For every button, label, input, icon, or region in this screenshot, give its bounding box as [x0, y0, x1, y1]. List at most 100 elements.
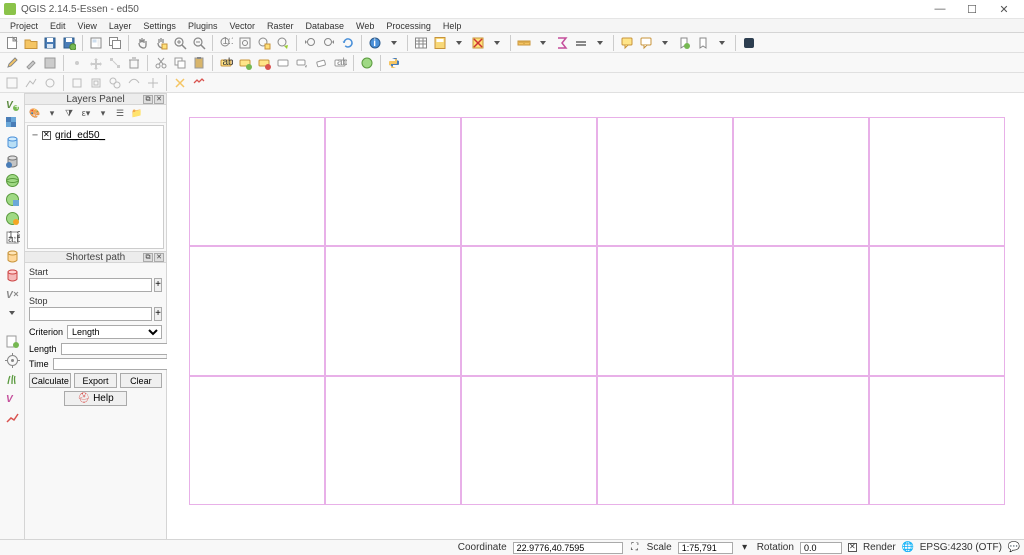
panel-close-icon[interactable]: ✕	[154, 95, 164, 104]
layer-filter-icon[interactable]: ▾	[45, 107, 59, 121]
pan-selection-icon[interactable]	[153, 35, 169, 51]
bookmark-dropdown2-icon[interactable]	[714, 35, 730, 51]
measure-icon[interactable]	[516, 35, 532, 51]
adv-4-icon[interactable]	[69, 75, 85, 91]
maximize-button[interactable]: ☐	[956, 0, 988, 18]
deselect-icon[interactable]	[470, 35, 486, 51]
messages-icon[interactable]: 💬	[1008, 542, 1020, 554]
new-shapefile-icon[interactable]	[4, 333, 21, 349]
label-pin-icon[interactable]	[256, 55, 272, 71]
add-dropdown-icon[interactable]	[4, 305, 21, 321]
measure-dropdown-icon[interactable]	[535, 35, 551, 51]
panel-undock-icon[interactable]: ⧉	[143, 95, 153, 104]
zoom-out-icon[interactable]	[191, 35, 207, 51]
scale-input[interactable]	[678, 542, 733, 554]
maptip-icon[interactable]	[619, 35, 635, 51]
add-postgis-icon[interactable]	[4, 153, 21, 169]
composer-icon[interactable]	[88, 35, 104, 51]
statistics-icon[interactable]	[554, 35, 570, 51]
adv-9-icon[interactable]	[172, 75, 188, 91]
move-feature-icon[interactable]	[88, 55, 104, 71]
identify-dropdown-icon[interactable]	[386, 35, 402, 51]
render-checkbox[interactable]	[848, 543, 857, 552]
bookmark-dropdown-icon[interactable]	[592, 35, 608, 51]
adv-7-icon[interactable]	[126, 75, 142, 91]
start-input[interactable]	[29, 278, 152, 292]
add-mssql-icon[interactable]	[4, 248, 21, 264]
crs-icon[interactable]: 🌐	[902, 542, 914, 554]
add-feature-icon[interactable]	[69, 55, 85, 71]
adv-8-icon[interactable]	[145, 75, 161, 91]
label-change-icon[interactable]: ab	[332, 55, 348, 71]
bookmark-show-icon[interactable]	[695, 35, 711, 51]
select-dropdown2-icon[interactable]	[489, 35, 505, 51]
node-tool-icon[interactable]	[107, 55, 123, 71]
refresh-icon[interactable]	[340, 35, 356, 51]
menu-database[interactable]: Database	[300, 21, 351, 31]
calculate-button[interactable]: Calculate	[29, 373, 71, 388]
bookmark-icon[interactable]	[573, 35, 589, 51]
zoom-native-icon[interactable]: 1:1	[218, 35, 234, 51]
composer-manager-icon[interactable]	[107, 35, 123, 51]
menu-settings[interactable]: Settings	[137, 21, 182, 31]
paste-icon[interactable]	[191, 55, 207, 71]
zoom-last-icon[interactable]	[302, 35, 318, 51]
open-project-icon[interactable]	[23, 35, 39, 51]
start-pick-button[interactable]: +	[154, 278, 162, 292]
annotation-dropdown-icon[interactable]	[657, 35, 673, 51]
menu-plugins[interactable]: Plugins	[182, 21, 224, 31]
python-console-icon[interactable]	[741, 35, 757, 51]
add-wms-icon[interactable]	[4, 172, 21, 188]
menu-processing[interactable]: Processing	[380, 21, 437, 31]
crs-label[interactable]: EPSG:4230 (OTF)	[920, 542, 1002, 553]
coordinate-input[interactable]	[513, 542, 623, 554]
osm-icon[interactable]	[359, 55, 375, 71]
adv-3-icon[interactable]	[42, 75, 58, 91]
add-oracle-icon[interactable]	[4, 267, 21, 283]
menu-web[interactable]: Web	[350, 21, 380, 31]
edit-toggle-icon[interactable]	[4, 55, 20, 71]
menu-layer[interactable]: Layer	[103, 21, 138, 31]
delete-icon[interactable]	[126, 55, 142, 71]
zoom-next-icon[interactable]	[321, 35, 337, 51]
help-button[interactable]: ⛑Help	[64, 391, 126, 406]
rotation-input[interactable]	[800, 542, 842, 554]
attributes-table-icon[interactable]	[413, 35, 429, 51]
label-rotate-icon[interactable]	[313, 55, 329, 71]
python-icon[interactable]	[386, 55, 402, 71]
time-input[interactable]	[53, 358, 172, 370]
menu-raster[interactable]: Raster	[261, 21, 300, 31]
add-wfs-icon[interactable]	[4, 210, 21, 226]
layer-name[interactable]: grid_ed50_	[55, 130, 105, 141]
layer-style-icon[interactable]: 🎨	[28, 107, 42, 121]
stop-input[interactable]	[29, 307, 152, 321]
roadgraph-icon[interactable]	[4, 409, 21, 425]
edit-save2-icon[interactable]	[42, 55, 58, 71]
layer-expr-icon[interactable]: ε▾	[79, 107, 93, 121]
add-spatialite-icon[interactable]	[4, 134, 21, 150]
pan-icon[interactable]	[134, 35, 150, 51]
length-input[interactable]	[61, 343, 180, 355]
adv-6-icon[interactable]	[107, 75, 123, 91]
field-calc-icon[interactable]	[432, 35, 448, 51]
zoom-layer-icon[interactable]	[275, 35, 291, 51]
label-move-icon[interactable]	[294, 55, 310, 71]
grass-icon[interactable]	[4, 371, 21, 387]
annotation-icon[interactable]	[638, 35, 654, 51]
add-raster-icon[interactable]	[4, 115, 21, 131]
extents-icon[interactable]: ⛶	[629, 542, 641, 554]
save-icon[interactable]	[42, 35, 58, 51]
label-highlight-icon[interactable]	[237, 55, 253, 71]
export-button[interactable]: Export	[74, 373, 116, 388]
copy-icon[interactable]	[172, 55, 188, 71]
collapse-icon[interactable]: −	[32, 130, 38, 141]
layer-checkbox[interactable]	[42, 131, 51, 140]
scale-dropdown-icon[interactable]: ▾	[739, 542, 751, 554]
panel-close-icon[interactable]: ✕	[154, 253, 164, 262]
menu-view[interactable]: View	[72, 21, 103, 31]
adv-10-icon[interactable]	[191, 75, 207, 91]
adv-1-icon[interactable]	[4, 75, 20, 91]
save-as-icon[interactable]	[61, 35, 77, 51]
zoom-in-icon[interactable]	[172, 35, 188, 51]
cut-icon[interactable]	[153, 55, 169, 71]
